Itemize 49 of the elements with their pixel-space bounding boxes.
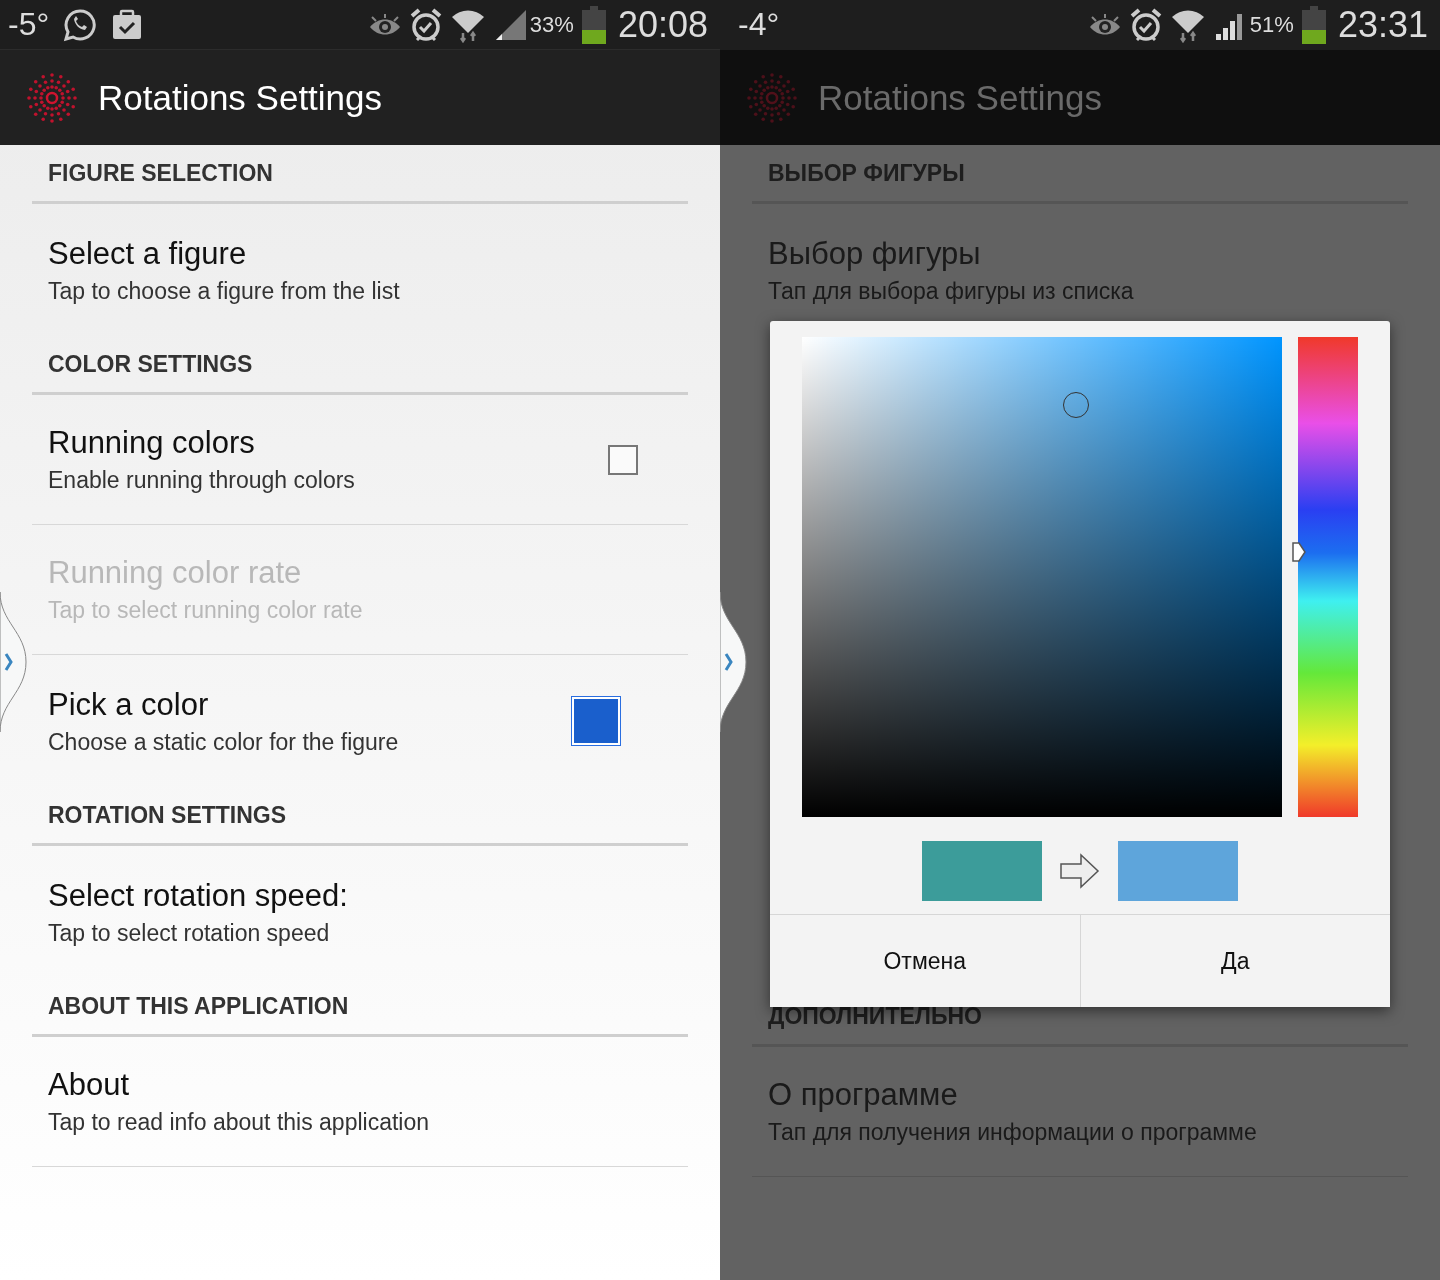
preference-item[interactable]: About Tap to read info about this application (32, 1037, 688, 1167)
preference-title: О программе (768, 1077, 959, 1113)
preference-summary: Тап для выбора фигуры из списка (768, 277, 1134, 305)
alarm-clock-icon (1129, 7, 1162, 42)
chat-bubble-icon (63, 7, 98, 42)
section-header: ROTATION SETTINGS (32, 787, 688, 846)
clock-time: 20:08 (617, 3, 708, 46)
temperature: -4° (738, 6, 780, 43)
preference-title: Select rotation speed: (48, 877, 348, 914)
section-header: COLOR SETTINGS (32, 336, 688, 395)
color-swatch[interactable] (572, 697, 620, 745)
preference-summary: Enable running through colors (48, 467, 355, 494)
preference-title: Running colors (48, 425, 256, 461)
app-title: Rotations Settings (818, 77, 1103, 118)
preference-summary: Tap to choose a figure from the list (48, 277, 400, 305)
preference-item[interactable]: Running colors Enable running through colors (32, 395, 688, 525)
eye-icon (1087, 12, 1122, 37)
battery-percentage: 33% (529, 11, 574, 38)
alarm-clock-icon (409, 7, 442, 42)
battery-icon (1301, 5, 1326, 44)
battery-icon (581, 5, 606, 44)
app-title: Rotations Settings (98, 77, 383, 118)
preference-summary: Tap to select running color rate (48, 597, 363, 624)
preference-summary: Tap to select rotation speed (48, 919, 331, 947)
preference-title: Pick a color (48, 686, 210, 723)
dialog-button[interactable]: Да (1079, 915, 1390, 1007)
preference-title: Running color rate (48, 555, 303, 591)
drawer-handle-icon (720, 592, 748, 732)
preference-summary: Тап для получения информации о программе (768, 1119, 1257, 1146)
preference-title: About (48, 1067, 130, 1103)
preference-item[interactable]: Pick a color Choose a static color for the figure (32, 655, 688, 787)
preference-title: Select a figure (48, 235, 248, 272)
temperature: -5° (8, 6, 50, 43)
battery-percentage: 51% (1249, 11, 1294, 38)
preference-item[interactable]: Select rotation speed: Tap to select rotation speed (32, 846, 688, 978)
section-header: ABOUT THIS APPLICATION (32, 978, 688, 1037)
checkbox[interactable] (608, 444, 638, 475)
preference-item[interactable]: Select a figure Tap to choose a figure from the list (32, 204, 688, 336)
preference-summary: Tap to read info about this application (48, 1109, 430, 1136)
dialog-button[interactable]: Отмена (770, 915, 1080, 1007)
eye-icon (367, 12, 402, 37)
preference-summary: Choose a static color for the figure (48, 728, 399, 756)
saturation-value-square[interactable] (802, 337, 1282, 817)
section-header: FIGURE SELECTION (32, 145, 688, 204)
preference-title: Выбор фигуры (768, 235, 982, 272)
clock-time: 23:31 (1337, 3, 1428, 46)
drawer-handle-icon (0, 592, 28, 732)
section-header: ВЫБОР ФИГУРЫ (752, 145, 1408, 204)
right-arrow-icon (1060, 852, 1100, 889)
